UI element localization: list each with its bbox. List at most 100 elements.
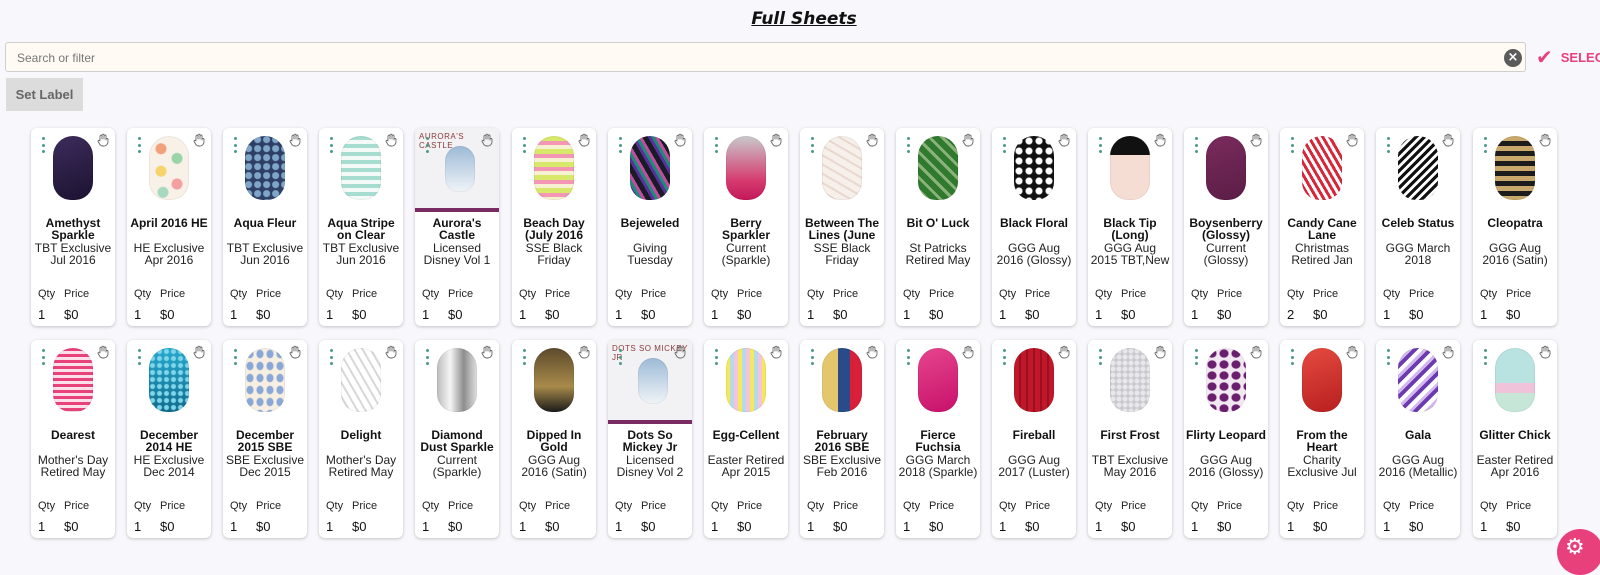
drag-handle-icon[interactable]	[809, 137, 815, 153]
hand-pointer-icon[interactable]	[1249, 133, 1263, 147]
hand-pointer-icon[interactable]	[96, 345, 110, 359]
drag-handle-icon[interactable]	[1385, 349, 1391, 365]
qty-value[interactable]: 1	[326, 519, 333, 534]
hand-pointer-icon[interactable]	[577, 133, 591, 147]
qty-value[interactable]: 1	[807, 307, 814, 322]
drag-handle-icon[interactable]	[136, 349, 142, 365]
price-value[interactable]: $0	[1409, 519, 1423, 534]
drag-handle-icon[interactable]	[1289, 137, 1295, 153]
hand-pointer-icon[interactable]	[865, 133, 879, 147]
price-value[interactable]: $0	[1025, 307, 1039, 322]
price-value[interactable]: $0	[737, 519, 751, 534]
price-value[interactable]: $0	[352, 307, 366, 322]
qty-value[interactable]: 1	[38, 307, 45, 322]
qty-value[interactable]: 1	[519, 307, 526, 322]
drag-handle-icon[interactable]	[905, 137, 911, 153]
price-value[interactable]: $0	[833, 519, 847, 534]
price-value[interactable]: $0	[160, 307, 174, 322]
price-value[interactable]: $0	[1313, 307, 1327, 322]
price-value[interactable]: $0	[64, 307, 78, 322]
drag-handle-icon[interactable]	[1001, 137, 1007, 153]
product-card[interactable]: Delight Mother's Day Retired May Qty Pri…	[319, 340, 403, 538]
hand-pointer-icon[interactable]	[1441, 345, 1455, 359]
drag-handle-icon[interactable]	[521, 137, 527, 153]
qty-value[interactable]: 1	[230, 519, 237, 534]
qty-value[interactable]: 1	[134, 519, 141, 534]
hand-pointer-icon[interactable]	[96, 133, 110, 147]
price-value[interactable]: $0	[1313, 519, 1327, 534]
product-card[interactable]: Beach Day (July 2016 SSE Black Friday Qt…	[512, 128, 596, 326]
price-value[interactable]: $0	[1217, 519, 1231, 534]
hand-pointer-icon[interactable]	[288, 133, 302, 147]
qty-value[interactable]: 1	[422, 519, 429, 534]
drag-handle-icon[interactable]	[136, 137, 142, 153]
price-value[interactable]: $0	[1506, 519, 1520, 534]
price-value[interactable]: $0	[641, 519, 655, 534]
qty-value[interactable]: 1	[1095, 307, 1102, 322]
price-value[interactable]: $0	[1506, 307, 1520, 322]
drag-handle-icon[interactable]	[713, 137, 719, 153]
drag-handle-icon[interactable]	[713, 349, 719, 365]
hand-pointer-icon[interactable]	[1538, 345, 1552, 359]
price-value[interactable]: $0	[448, 519, 462, 534]
product-card[interactable]: Fierce Fuchsia GGG March 2018 (Sparkle) …	[896, 340, 980, 538]
price-value[interactable]: $0	[160, 519, 174, 534]
drag-handle-icon[interactable]	[1097, 349, 1103, 365]
hand-pointer-icon[interactable]	[1153, 133, 1167, 147]
drag-handle-icon[interactable]	[232, 349, 238, 365]
hand-pointer-icon[interactable]	[1249, 345, 1263, 359]
drag-handle-icon[interactable]	[1482, 137, 1488, 153]
drag-handle-icon[interactable]	[1097, 137, 1103, 153]
qty-value[interactable]: 1	[1383, 307, 1390, 322]
hand-pointer-icon[interactable]	[480, 133, 494, 147]
hand-pointer-icon[interactable]	[673, 345, 687, 359]
drag-handle-icon[interactable]	[617, 349, 623, 365]
select-button[interactable]: ✔ SELECT	[1536, 45, 1600, 69]
product-card[interactable]: Black Tip (Long) GGG Aug 2015 TBT,New Qt…	[1088, 128, 1172, 326]
product-card[interactable]: AURORA'S CASTLE Aurora's Castle Licensed…	[415, 128, 499, 326]
product-card[interactable]: Berry Sparkler Current (Sparkle) Qty Pri…	[704, 128, 788, 326]
drag-handle-icon[interactable]	[1289, 349, 1295, 365]
drag-handle-icon[interactable]	[1193, 137, 1199, 153]
price-value[interactable]: $0	[641, 307, 655, 322]
price-value[interactable]: $0	[545, 519, 559, 534]
qty-value[interactable]: 1	[903, 307, 910, 322]
price-value[interactable]: $0	[737, 307, 751, 322]
drag-handle-icon[interactable]	[40, 137, 46, 153]
drag-handle-icon[interactable]	[328, 349, 334, 365]
hand-pointer-icon[interactable]	[384, 345, 398, 359]
price-value[interactable]: $0	[1409, 307, 1423, 322]
product-card[interactable]: Glitter Chick Easter Retired Apr 2016 Qt…	[1473, 340, 1557, 538]
qty-value[interactable]: 1	[326, 307, 333, 322]
qty-value[interactable]: 1	[1095, 519, 1102, 534]
hand-pointer-icon[interactable]	[865, 345, 879, 359]
hand-pointer-icon[interactable]	[1345, 345, 1359, 359]
product-card[interactable]: Egg-Cellent Easter Retired Apr 2015 Qty …	[704, 340, 788, 538]
qty-value[interactable]: 1	[38, 519, 45, 534]
qty-value[interactable]: 1	[999, 519, 1006, 534]
hand-pointer-icon[interactable]	[769, 345, 783, 359]
qty-value[interactable]: 1	[519, 519, 526, 534]
product-card[interactable]: Fireball GGG Aug 2017 (Luster) Qty Price…	[992, 340, 1076, 538]
price-value[interactable]: $0	[448, 307, 462, 322]
hand-pointer-icon[interactable]	[384, 133, 398, 147]
drag-handle-icon[interactable]	[1482, 349, 1488, 365]
set-label-button[interactable]: Set Label	[6, 78, 83, 111]
qty-value[interactable]: 1	[1191, 519, 1198, 534]
hand-pointer-icon[interactable]	[1538, 133, 1552, 147]
hand-pointer-icon[interactable]	[1057, 345, 1071, 359]
price-value[interactable]: $0	[1121, 307, 1135, 322]
price-value[interactable]: $0	[545, 307, 559, 322]
product-card[interactable]: Bit O' Luck St Patricks Retired May Qty …	[896, 128, 980, 326]
hand-pointer-icon[interactable]	[1345, 133, 1359, 147]
product-card[interactable]: Diamond Dust Sparkle Current (Sparkle) Q…	[415, 340, 499, 538]
hand-pointer-icon[interactable]	[1441, 133, 1455, 147]
hand-pointer-icon[interactable]	[288, 345, 302, 359]
hand-pointer-icon[interactable]	[480, 345, 494, 359]
drag-handle-icon[interactable]	[1001, 349, 1007, 365]
product-card[interactable]: First Frost TBT Exclusive May 2016 Qty P…	[1088, 340, 1172, 538]
clear-search-icon[interactable]: ×	[1504, 49, 1522, 67]
product-card[interactable]: Dipped In Gold GGG Aug 2016 (Satin) Qty …	[512, 340, 596, 538]
drag-handle-icon[interactable]	[521, 349, 527, 365]
product-card[interactable]: December 2015 SBE SBE Exclusive Dec 2015…	[223, 340, 307, 538]
